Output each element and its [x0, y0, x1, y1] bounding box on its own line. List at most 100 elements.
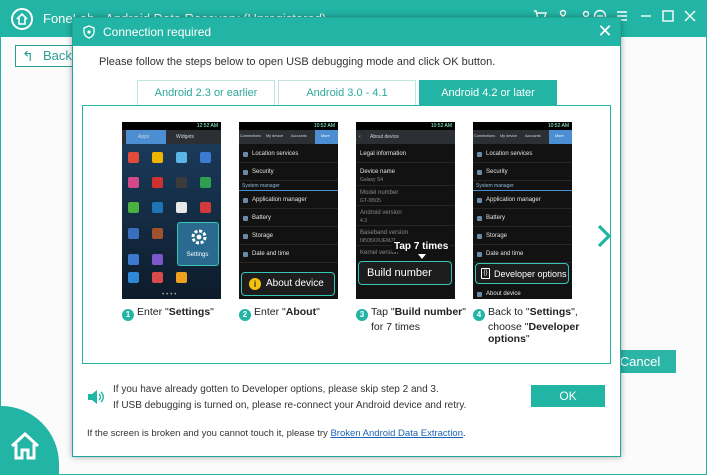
step2-screenshot: 10:52 AM Connections My device Accounts … — [239, 122, 338, 299]
gear-icon — [191, 229, 207, 245]
settings-row: Battery — [473, 210, 572, 227]
broken-extraction-link[interactable]: Broken Android Data Extraction — [330, 428, 463, 439]
settings-row: Security — [239, 164, 338, 181]
step-caption-2: 2 Enter "About" — [239, 306, 320, 321]
about-row: Device name Galaxy S4 — [356, 164, 455, 186]
developer-icon: {} — [481, 268, 490, 279]
broken-screen-footer: If the screen is broken and you cannot t… — [87, 428, 466, 439]
speaker-icon — [88, 390, 104, 404]
settings-label: Settings — [186, 252, 209, 258]
about-row: Legal information — [356, 146, 455, 163]
maximize-icon[interactable] — [659, 9, 677, 27]
developer-options-note: If you have already gotten to Developer … — [113, 384, 439, 395]
row-icon — [243, 234, 248, 239]
settings-row: Storage — [239, 228, 338, 245]
row-icon — [477, 198, 482, 203]
home-logo-icon — [11, 8, 33, 30]
row-icon — [477, 292, 482, 297]
developer-options-callout: {} Developer options — [475, 263, 569, 284]
build-number-callout: Build number — [358, 261, 452, 285]
row-label: Date and time — [486, 251, 524, 257]
row-icon — [243, 216, 248, 221]
row-icon — [477, 234, 482, 239]
app-icon — [176, 202, 187, 213]
row-label: Location services — [252, 151, 299, 157]
dialog-close-icon[interactable]: ✕ — [595, 21, 615, 41]
chevron-right-icon[interactable] — [596, 223, 612, 249]
app-icon — [200, 177, 211, 188]
back-button[interactable]: ↰ Back — [15, 45, 73, 67]
row-label: Security — [486, 169, 508, 175]
row-value: I9505XXUEMJ7 — [360, 238, 396, 244]
app-icon — [176, 177, 187, 188]
step-bold: Build number — [394, 306, 463, 318]
app-icon — [128, 177, 139, 188]
settings-highlight: Settings — [177, 222, 219, 266]
app-icon — [152, 177, 163, 188]
steps-panel: 12:52 AM Apps Widgets Settings •••• 10:5… — [82, 105, 612, 364]
row-label: Model number — [360, 190, 399, 196]
row-label: Date and time — [252, 251, 290, 257]
settings-tabs: Connections My device Accounts More — [473, 130, 572, 144]
row-label: Application manager — [486, 197, 541, 203]
settings-tab: Connections — [474, 134, 496, 138]
tab-android-4-2[interactable]: Android 4.2 or later — [419, 80, 557, 105]
row-label: Location services — [486, 151, 533, 157]
back-label: Back — [43, 48, 72, 63]
ok-button[interactable]: OK — [531, 385, 605, 407]
tap-hint: Tap 7 times — [392, 241, 451, 252]
settings-row: Date and time — [239, 246, 338, 263]
step-caption-4: 4 Back to "Settings", choose "Developer o… — [473, 306, 579, 345]
step-caption-3: 3 Tap "Build number" for 7 times — [356, 306, 466, 333]
app-icon — [152, 152, 163, 163]
app-icon — [176, 152, 187, 163]
section-header: System manager — [239, 183, 338, 191]
back-arrow-icon: ↰ — [22, 48, 34, 64]
row-label: Battery — [252, 215, 272, 221]
row-icon — [243, 198, 248, 203]
drawer-tab-apps: Apps — [138, 134, 150, 140]
settings-row: Date and time — [473, 246, 572, 263]
step-text: " — [525, 333, 530, 345]
row-icon — [243, 252, 248, 257]
status-time: 10:52 AM — [473, 122, 572, 130]
row-icon — [477, 170, 482, 175]
about-header: ‹ About device — [356, 130, 455, 144]
tab-android-2-3[interactable]: Android 2.3 or earlier — [137, 80, 275, 105]
settings-tabs: Connections My device Accounts More — [239, 130, 338, 144]
settings-row: Application manager — [473, 192, 572, 209]
row-label: Legal information — [360, 151, 407, 157]
step-bold: About — [285, 306, 317, 318]
row-value: GT-I9505 — [360, 198, 381, 204]
settings-row: Security — [473, 164, 572, 181]
settings-tab: My device — [500, 134, 518, 138]
footer-end: . — [463, 428, 466, 439]
row-label: Baseband version — [360, 230, 409, 236]
step-bold: Settings — [168, 306, 211, 318]
row-label: Battery — [486, 215, 506, 221]
minimize-icon[interactable] — [637, 9, 655, 27]
close-window-icon[interactable] — [681, 9, 699, 27]
row-icon — [477, 152, 482, 157]
step-bold: Developer — [528, 321, 580, 333]
tab-android-3-0[interactable]: Android 3.0 - 4.1 — [278, 80, 416, 105]
step-text: Enter " — [254, 306, 286, 318]
row-label: Android version — [360, 210, 402, 216]
about-row: Model number GT-I9505 — [356, 187, 455, 206]
callout-label: Build number — [367, 267, 432, 279]
dialog-header: Connection required ✕ — [73, 18, 620, 46]
usb-debugging-note: If USB debugging is turned on, please re… — [113, 400, 467, 411]
callout-label: Developer options — [494, 269, 567, 279]
step-text: Tap " — [371, 306, 395, 318]
status-time: 10:52 AM — [239, 122, 338, 130]
info-icon: i — [249, 278, 261, 290]
row-label: Application manager — [252, 197, 307, 203]
settings-row: Location services — [473, 146, 572, 163]
home-button[interactable] — [1, 406, 59, 475]
app-icon — [200, 152, 211, 163]
row-label: Storage — [252, 233, 274, 239]
row-icon — [243, 170, 248, 175]
row-label: Device name — [360, 169, 396, 175]
app-icon — [176, 272, 187, 283]
row-icon — [243, 152, 248, 157]
